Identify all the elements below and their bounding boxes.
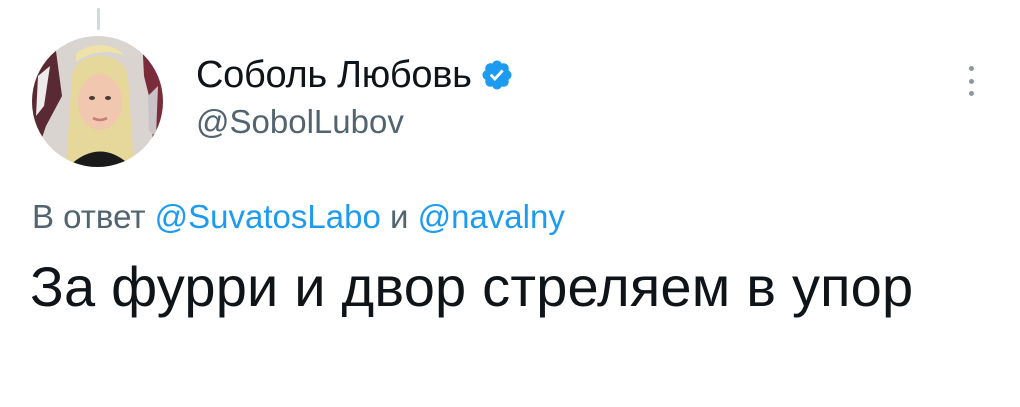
name-row: Соболь Любовь: [196, 52, 514, 98]
thread-connector-line: [97, 8, 100, 30]
reply-context: В ответ @SuvatosLabo и @navalny: [32, 196, 565, 238]
mention-link[interactable]: @SuvatosLabo: [155, 198, 381, 235]
reply-prefix: В ответ: [32, 198, 146, 235]
tweet-text: За фурри и двор стреляем в упор: [30, 255, 914, 318]
display-name[interactable]: Соболь Любовь: [196, 52, 472, 98]
author-block: Соболь Любовь @SobolLubov: [196, 52, 514, 142]
mention-link[interactable]: @navalny: [418, 198, 565, 235]
more-dot: [968, 91, 974, 96]
avatar-photo-icon: [32, 36, 163, 167]
verified-badge-icon: [480, 58, 514, 92]
reply-connector: и: [389, 198, 409, 235]
more-options-button[interactable]: [966, 66, 976, 96]
more-dot: [968, 66, 974, 71]
avatar[interactable]: [32, 36, 163, 167]
author-handle[interactable]: @SobolLubov: [196, 102, 514, 142]
more-dot: [968, 78, 974, 84]
